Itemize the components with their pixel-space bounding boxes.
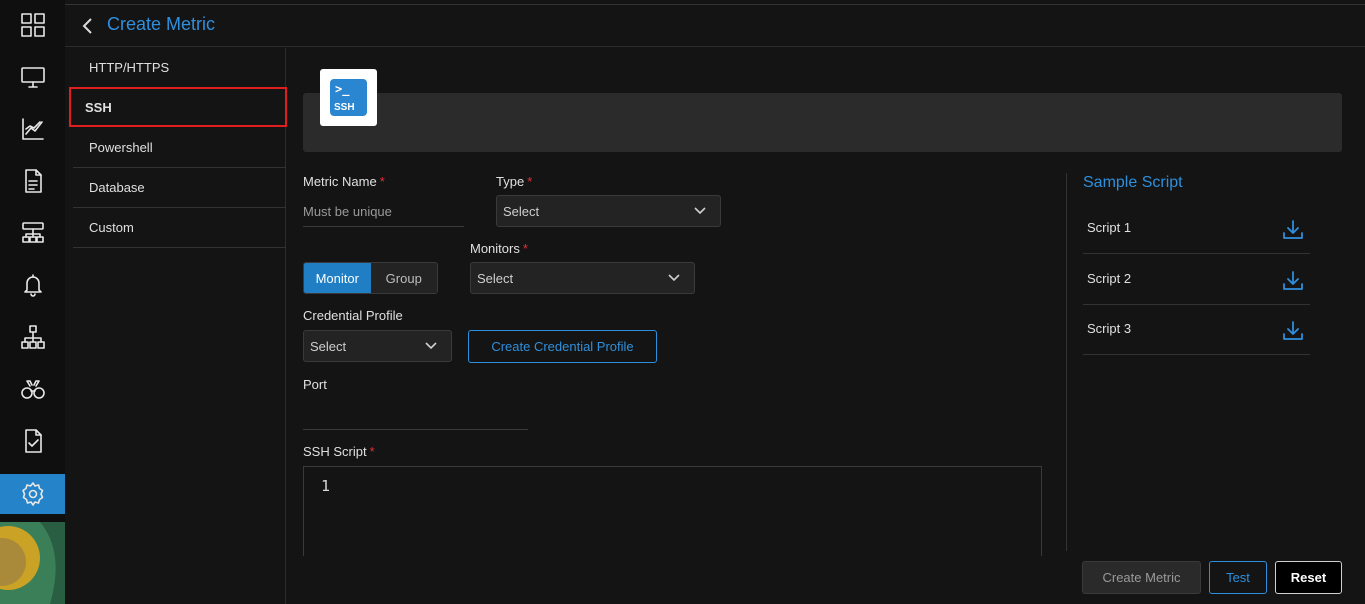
toggle-group[interactable]: Group — [370, 263, 437, 293]
monitors-label: Monitors * — [470, 241, 528, 256]
ssh-logo-prompt: >_ — [335, 82, 350, 96]
protocol-banner — [303, 93, 1342, 152]
menu-item-http[interactable]: HTTP/HTTPS — [73, 48, 286, 88]
required-marker: * — [379, 174, 385, 189]
page-title: Create Metric — [107, 14, 216, 34]
sample-script-row: Script 1 — [1083, 204, 1310, 254]
menu-item-powershell[interactable]: Powershell — [73, 128, 286, 168]
ssh-script-label-text: SSH Script — [303, 444, 367, 459]
download-icon[interactable] — [1281, 319, 1305, 343]
metric-type-menu: HTTP/HTTPS SSH Powershell Database Custo… — [69, 48, 287, 604]
port-label: Port — [303, 377, 327, 392]
editor-line-number: 1 — [321, 477, 331, 495]
alert-bell-icon[interactable] — [0, 265, 65, 305]
back-chevron-icon[interactable] — [79, 15, 97, 37]
panel-divider — [1066, 173, 1067, 551]
report-icon[interactable] — [0, 161, 65, 201]
ssh-logo-text: SSH — [334, 102, 355, 113]
metric-name-label: Metric Name * — [303, 174, 385, 189]
sample-script-row: Script 3 — [1083, 305, 1310, 355]
metric-name-label-text: Metric Name — [303, 174, 377, 189]
menu-item-ssh[interactable]: SSH — [69, 87, 287, 127]
ssh-terminal-icon: >_ SSH — [330, 79, 367, 116]
page-header: Create Metric — [65, 5, 1365, 47]
sample-script-title: Sample Script — [1083, 174, 1183, 191]
settings-gear-icon[interactable] — [0, 474, 65, 514]
create-credential-profile-button[interactable]: Create Credential Profile — [468, 330, 657, 363]
reset-button[interactable]: Reset — [1275, 561, 1342, 594]
icon-rail — [0, 0, 65, 604]
type-select[interactable]: Select — [496, 195, 721, 227]
type-label-text: Type — [496, 174, 525, 189]
chart-icon[interactable] — [0, 109, 65, 149]
network-icon[interactable] — [0, 317, 65, 357]
menu-item-custom[interactable]: Custom — [73, 208, 286, 248]
type-label: Type * — [496, 174, 532, 189]
user-avatar[interactable] — [0, 522, 65, 604]
required-marker: * — [369, 444, 375, 459]
checklist-icon[interactable] — [0, 421, 65, 461]
chevron-down-icon — [668, 274, 680, 282]
monitors-select-value: Select — [477, 270, 514, 286]
download-icon[interactable] — [1281, 218, 1305, 242]
sample-script-name: Script 2 — [1087, 271, 1132, 286]
menu-item-database[interactable]: Database — [73, 168, 286, 208]
download-icon[interactable] — [1281, 269, 1305, 293]
required-marker: * — [527, 174, 533, 189]
credential-profile-value: Select — [310, 338, 347, 354]
sample-script-row: Script 2 — [1083, 255, 1310, 305]
create-metric-button[interactable]: Create Metric — [1082, 561, 1201, 594]
binoculars-icon[interactable] — [0, 369, 65, 409]
test-button[interactable]: Test — [1209, 561, 1267, 594]
required-marker: * — [522, 241, 528, 256]
type-select-value: Select — [503, 203, 540, 219]
ssh-script-editor[interactable]: 1 — [303, 466, 1042, 556]
chevron-down-icon — [425, 342, 437, 350]
topology-icon[interactable] — [0, 213, 65, 253]
monitor-group-toggle: Monitor Group — [303, 262, 438, 294]
dashboard-icon[interactable] — [0, 5, 65, 45]
sample-script-name: Script 1 — [1087, 220, 1132, 235]
metric-name-input[interactable] — [303, 196, 464, 227]
monitor-icon[interactable] — [0, 57, 65, 97]
credential-profile-select[interactable]: Select — [303, 330, 452, 362]
toggle-monitor[interactable]: Monitor — [304, 263, 371, 293]
chevron-down-icon — [694, 207, 706, 215]
ssh-logo-tile: >_ SSH — [320, 69, 377, 126]
credential-profile-label: Credential Profile — [303, 308, 403, 323]
monitors-select[interactable]: Select — [470, 262, 695, 294]
sample-script-name: Script 3 — [1087, 321, 1132, 336]
port-input[interactable] — [303, 398, 528, 430]
monitors-label-text: Monitors — [470, 241, 520, 256]
ssh-script-label: SSH Script * — [303, 444, 375, 459]
